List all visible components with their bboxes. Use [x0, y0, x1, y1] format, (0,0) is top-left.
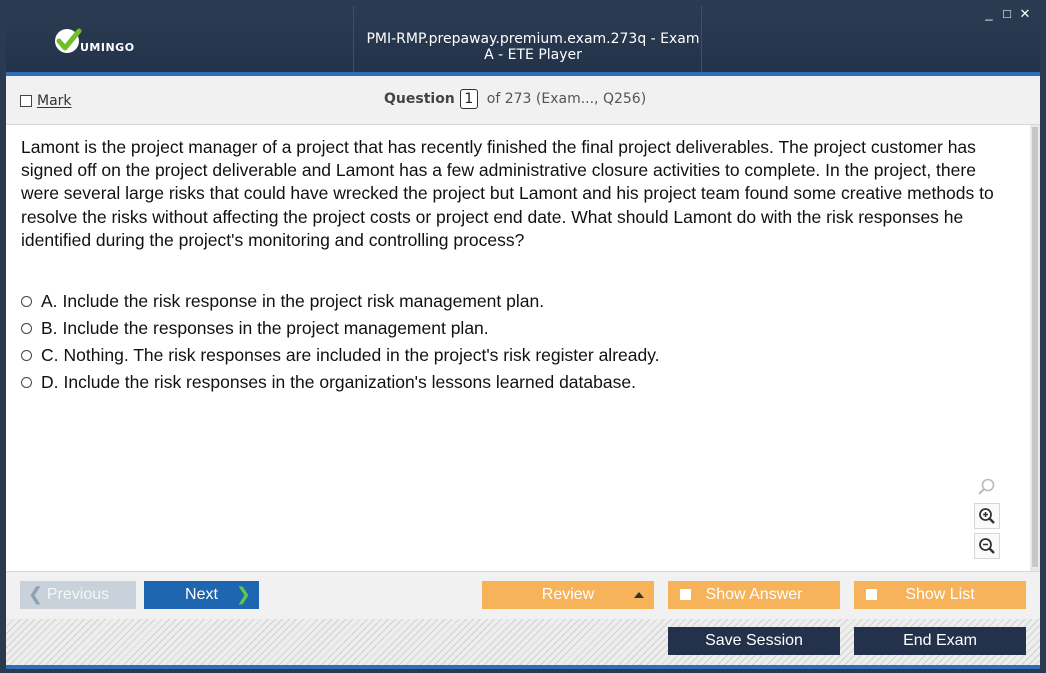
checkmark-logo-icon: [55, 28, 82, 53]
next-label: Next: [185, 586, 218, 603]
window-controls: _ □ ✕: [982, 6, 1032, 22]
title-bar: UMINGO PMI-RMP.prepaway.premium.exam.273…: [6, 6, 1040, 74]
mark-checkbox[interactable]: Mark: [20, 93, 72, 109]
answer-text: Include the responses in the project man…: [62, 318, 489, 338]
search-icon: [978, 478, 995, 495]
answer-list: A. Include the risk response in the proj…: [21, 288, 1011, 396]
review-label: Review: [541, 586, 595, 603]
answer-letter: D.: [41, 372, 59, 392]
end-exam-button[interactable]: End Exam: [854, 627, 1026, 655]
close-icon[interactable]: ✕: [1018, 6, 1032, 22]
answer-text: Nothing. The risk responses are included…: [63, 345, 660, 365]
answer-option-a[interactable]: A. Include the risk response in the proj…: [21, 288, 1011, 315]
chevron-left-icon: ❮: [28, 584, 44, 604]
question-word: Question: [384, 91, 455, 107]
maximize-icon[interactable]: □: [1000, 6, 1014, 22]
title-separator: [353, 6, 354, 74]
show-list-button[interactable]: Show List: [854, 581, 1026, 609]
answer-text: Include the risk responses in the organi…: [63, 372, 636, 392]
zoom-tools: [974, 475, 1004, 563]
save-session-button[interactable]: Save Session: [668, 627, 840, 655]
answer-letter: B.: [41, 318, 58, 338]
zoom-out-icon: [979, 538, 995, 554]
zoom-in-icon: [979, 508, 995, 524]
answer-letter: C.: [41, 345, 59, 365]
show-answer-button[interactable]: Show Answer: [668, 581, 840, 609]
footer-accent-strip: [6, 665, 1040, 669]
zoom-in-button[interactable]: [974, 503, 1000, 529]
question-count: of 273 (Exam..., Q256): [486, 91, 647, 107]
radio-button[interactable]: [21, 350, 32, 361]
question-navigator: Question 1 of 273 (Exam..., Q256): [384, 89, 646, 109]
caret-up-icon: [634, 592, 644, 598]
question-panel: Lamont is the project manager of a proje…: [6, 125, 1030, 571]
brand-name: UMINGO: [80, 40, 135, 54]
checkbox-icon[interactable]: [680, 589, 691, 600]
radio-button[interactable]: [21, 296, 32, 307]
footer-bar: Save Session End Exam: [6, 619, 1040, 665]
answer-option-c[interactable]: C. Nothing. The risk responses are inclu…: [21, 342, 1011, 369]
zoom-out-button[interactable]: [974, 533, 1000, 559]
navigation-bar: ❮ Previous Next ❯ Review Show Answer Sho…: [6, 571, 1040, 619]
chevron-right-icon: ❯: [235, 584, 251, 604]
end-exam-label: End Exam: [903, 632, 977, 649]
answer-letter: A.: [41, 291, 58, 311]
radio-button[interactable]: [21, 377, 32, 388]
mark-label[interactable]: Mark: [37, 93, 72, 109]
show-answer-label: Show Answer: [705, 586, 803, 603]
question-header: Mark Question 1 of 273 (Exam..., Q256): [6, 76, 1040, 125]
previous-label: Previous: [46, 586, 110, 603]
app-window: UMINGO PMI-RMP.prepaway.premium.exam.273…: [0, 0, 1046, 673]
previous-button[interactable]: ❮ Previous: [20, 581, 136, 609]
next-button[interactable]: Next ❯: [144, 581, 259, 609]
vertical-scrollbar[interactable]: [1030, 125, 1040, 571]
question-number-input[interactable]: 1: [459, 89, 478, 109]
review-button[interactable]: Review: [482, 581, 654, 609]
answer-option-b[interactable]: B. Include the responses in the project …: [21, 315, 1011, 342]
checkbox-icon[interactable]: [20, 95, 32, 107]
brand-logo: UMINGO: [52, 24, 135, 58]
minimize-icon[interactable]: _: [982, 6, 996, 22]
radio-button[interactable]: [21, 323, 32, 334]
scrollbar-thumb[interactable]: [1032, 127, 1038, 567]
answer-text: Include the risk response in the project…: [62, 291, 545, 311]
show-list-label: Show List: [905, 586, 975, 603]
checkbox-icon[interactable]: [866, 589, 877, 600]
window-title: PMI-RMP.prepaway.premium.exam.273q - Exa…: [366, 31, 700, 63]
search-button[interactable]: [974, 475, 998, 499]
question-text: Lamont is the project manager of a proje…: [21, 137, 994, 250]
save-session-label: Save Session: [705, 632, 803, 649]
answer-option-d[interactable]: D. Include the risk responses in the org…: [21, 369, 1011, 396]
